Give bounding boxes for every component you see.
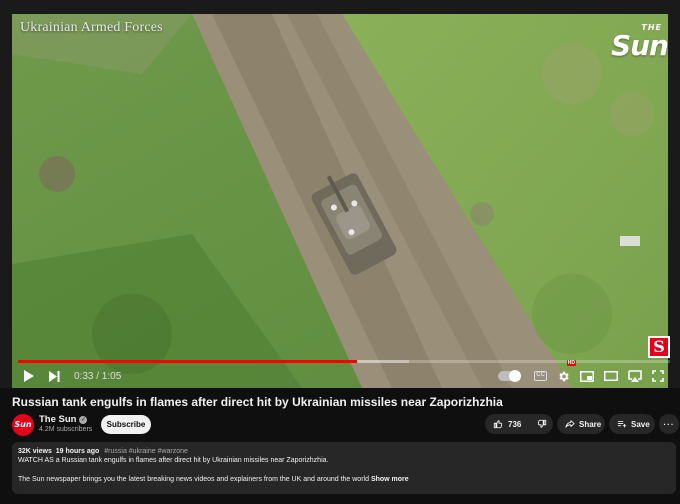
thumbs-up-icon [493, 420, 503, 429]
airplay-icon [628, 369, 642, 382]
channel-brand-logo: THE Sun [610, 24, 669, 62]
subscribe-button[interactable]: Subscribe [101, 415, 151, 434]
theater-button[interactable] [604, 364, 618, 388]
miniplayer-icon [580, 370, 594, 382]
share-icon [565, 420, 575, 428]
verified-icon: ✓ [79, 415, 88, 424]
show-more-button[interactable]: Show more [371, 476, 409, 483]
more-actions-button[interactable]: ··· [659, 414, 679, 434]
description-meta: 32K views 19 hours ago #russia #ukraine … [18, 448, 670, 455]
share-button[interactable]: Share [557, 414, 605, 434]
dislike-button[interactable] [529, 414, 555, 434]
subscriber-count: 4.2M subscribers [39, 426, 93, 433]
player-controls-right: CC HD [498, 360, 668, 388]
channel-name-link[interactable]: The Sun ✓ [39, 414, 88, 425]
autoplay-toggle-icon [498, 370, 521, 382]
save-playlist-icon [617, 421, 627, 428]
thumbs-down-icon [538, 419, 547, 428]
next-button[interactable] [44, 364, 64, 388]
hd-badge: HD [566, 360, 576, 366]
like-button[interactable]: 736 [485, 414, 529, 434]
play-icon [23, 370, 34, 382]
hashtags[interactable]: #russia #ukraine #warzone [104, 448, 188, 455]
video-title: Russian tank engulfs in flames after dir… [12, 395, 503, 409]
description-box[interactable]: 32K views 19 hours ago #russia #ukraine … [12, 442, 676, 494]
miniplayer-button[interactable] [580, 364, 594, 388]
save-label: Save [631, 419, 650, 429]
captions-button[interactable]: CC [534, 364, 547, 388]
play-button[interactable] [18, 364, 38, 388]
channel-name[interactable]: The Sun [39, 414, 76, 425]
video-player[interactable]: Ukrainian Armed Forces THE Sun S 0:33 / … [0, 0, 680, 388]
next-icon [48, 370, 59, 382]
description-line-1: WATCH AS a Russian tank engulfs in flame… [18, 457, 329, 464]
upload-age: 19 hours ago [55, 448, 100, 455]
fullscreen-button[interactable] [652, 364, 664, 388]
video-frame-image[interactable] [12, 14, 668, 388]
time-display: 0:33 / 1:05 [74, 370, 122, 382]
like-count: 736 [508, 419, 522, 429]
channel-corner-badge: S [648, 336, 670, 358]
autoplay-toggle[interactable] [498, 364, 521, 388]
player-controls: 0:33 / 1:05 CC HD [12, 360, 668, 388]
like-dislike-group: 736 [485, 414, 553, 434]
share-label: Share [579, 419, 602, 429]
description-line-2-text: The Sun newspaper brings you the latest … [18, 476, 369, 483]
captions-icon: CC [534, 371, 547, 381]
gear-icon [559, 371, 569, 381]
video-watermark: Ukrainian Armed Forces [20, 20, 163, 35]
fullscreen-icon [652, 370, 664, 382]
description-line-2: The Sun newspaper brings you the latest … [18, 476, 670, 483]
settings-button[interactable]: HD [557, 360, 576, 388]
view-count: 32K views [18, 448, 52, 455]
theater-icon [604, 371, 618, 381]
progress-played [18, 360, 358, 363]
brand-logo-name: Sun [610, 29, 669, 62]
channel-row: Sun The Sun ✓ 4.2M subscribers Subscribe… [12, 414, 679, 436]
cast-button[interactable] [628, 364, 642, 388]
save-button[interactable]: Save [609, 414, 655, 434]
channel-avatar[interactable]: Sun [12, 414, 34, 436]
